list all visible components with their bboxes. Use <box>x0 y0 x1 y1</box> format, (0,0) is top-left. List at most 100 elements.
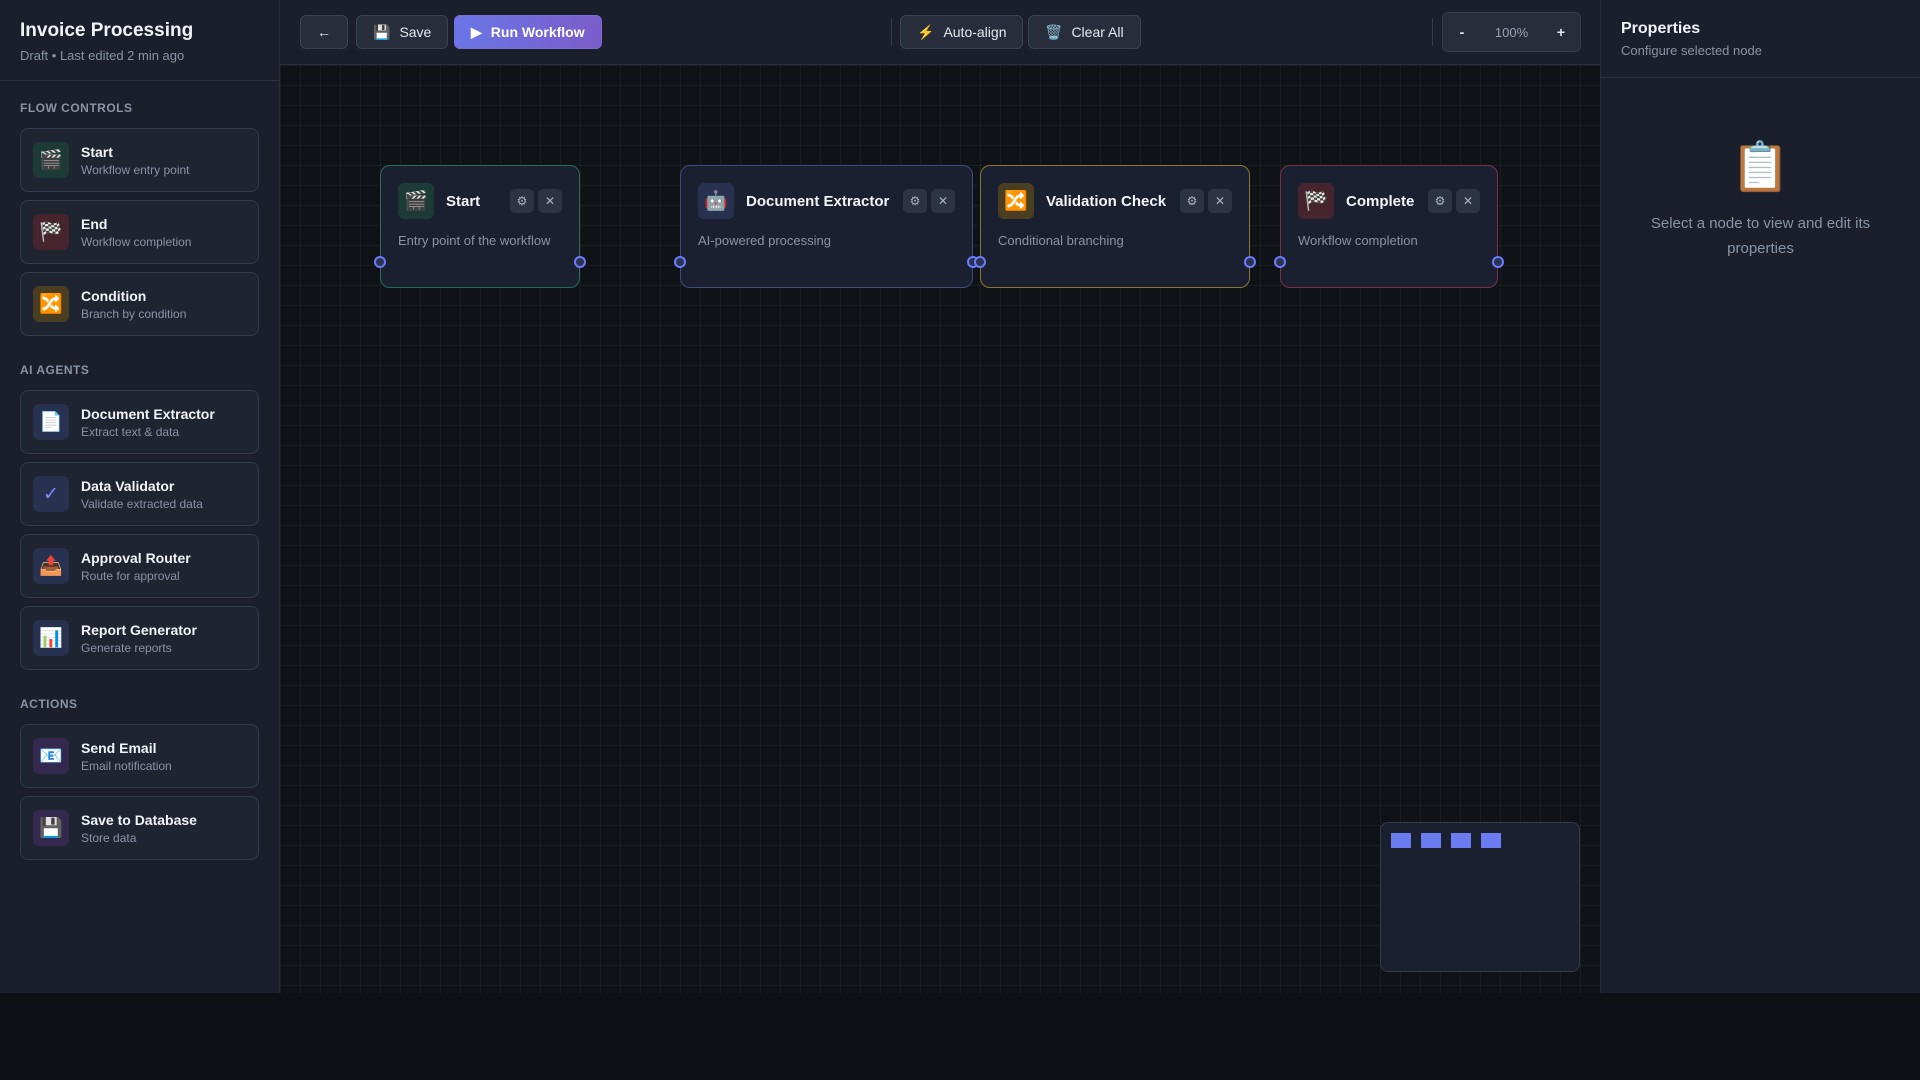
properties-title: Properties <box>1621 20 1701 37</box>
palette-item-description: Workflow completion <box>81 234 192 249</box>
input-port[interactable] <box>374 256 386 268</box>
node-title: Document Extractor <box>746 192 890 210</box>
palette-item-start[interactable]: 🎬 Start Workflow entry point <box>20 128 259 192</box>
palette-item-send-email[interactable]: 📧 Send Email Email notification <box>20 724 259 788</box>
workflow-builder-app: Invoice Processing Draft • Last edited 2… <box>0 0 1920 993</box>
palette-item-save-to-database[interactable]: 💾 Save to Database Store data <box>20 796 259 860</box>
palette-body: Flow Controls 🎬 Start Workflow entry poi… <box>0 81 279 888</box>
palette-item-description: Email notification <box>81 758 172 773</box>
document-icon: 📄 <box>33 404 69 440</box>
palette-item-description: Workflow entry point <box>81 162 190 177</box>
input-port[interactable] <box>974 256 986 268</box>
zoom-in-button[interactable]: + <box>1548 18 1574 46</box>
editor-main: ← 💾 Save ▶ Run Workflow ⚡ Auto-align 🗑️ … <box>280 0 1600 993</box>
shuffle-icon: 🔀 <box>998 183 1034 219</box>
node-palette-sidebar: Invoice Processing Draft • Last edited 2… <box>0 0 280 993</box>
output-port[interactable] <box>1244 256 1256 268</box>
properties-panel: Properties Configure selected node 📋 Sel… <box>1600 0 1920 993</box>
palette-item-description: Store data <box>81 830 137 845</box>
palette-item-condition[interactable]: 🔀 Condition Branch by condition <box>20 272 259 336</box>
palette-item-data-validator[interactable]: ✓ Data Validator Validate extracted data <box>20 462 259 526</box>
node-document-extractor[interactable]: 🤖 Document Extractor ⚙ ✕ AI-powered proc… <box>674 165 979 288</box>
node-settings-button[interactable]: ⚙ <box>1180 189 1204 213</box>
save-button[interactable]: 💾 Save <box>356 15 449 49</box>
save-button-label: Save <box>399 24 432 40</box>
node-delete-button[interactable]: ✕ <box>931 189 955 213</box>
node-delete-button[interactable]: ✕ <box>1208 189 1232 213</box>
arrow-left-icon: ← <box>317 24 331 40</box>
palette-item-label: Condition <box>81 287 147 304</box>
input-port[interactable] <box>1274 256 1286 268</box>
input-port[interactable] <box>674 256 686 268</box>
properties-empty-message: Select a node to view and edit its prope… <box>1650 215 1871 257</box>
checkered-flag-icon: 🏁 <box>1298 183 1334 219</box>
node-description: Conditional branching <box>998 233 1124 248</box>
clear-all-button[interactable]: 🗑️ Clear All <box>1028 15 1141 49</box>
toolbar: ← 💾 Save ▶ Run Workflow ⚡ Auto-align 🗑️ … <box>280 0 1600 65</box>
minimap-node <box>1391 833 1411 848</box>
node-description: Workflow completion <box>1298 233 1418 248</box>
section-title-actions: Actions <box>20 697 78 711</box>
minimap-node <box>1451 833 1471 848</box>
shuffle-icon: 🔀 <box>33 286 69 322</box>
run-workflow-button[interactable]: ▶ Run Workflow <box>454 15 602 49</box>
robot-icon: 🤖 <box>698 183 734 219</box>
node-complete[interactable]: 🏁 Complete ⚙ ✕ Workflow completion <box>1274 165 1504 288</box>
palette-item-label: Report Generator <box>81 621 197 638</box>
workflow-canvas[interactable]: 🎬 Start ⚙ ✕ Entry point of the workflow … <box>280 65 1600 993</box>
palette-item-description: Branch by condition <box>81 306 187 321</box>
node-title: Start <box>446 192 481 210</box>
workflow-header: Invoice Processing Draft • Last edited 2… <box>0 0 279 81</box>
palette-item-description: Validate extracted data <box>81 496 203 511</box>
clear-all-label: Clear All <box>1071 24 1124 40</box>
palette-item-document-extractor[interactable]: 📄 Document Extractor Extract text & data <box>20 390 259 454</box>
minimap[interactable] <box>1380 822 1580 972</box>
palette-item-description: Extract text & data <box>81 424 180 439</box>
palette-item-report-generator[interactable]: 📊 Report Generator Generate reports <box>20 606 259 670</box>
run-workflow-label: Run Workflow <box>490 24 585 40</box>
node-delete-button[interactable]: ✕ <box>538 189 562 213</box>
node-settings-button[interactable]: ⚙ <box>1428 189 1452 213</box>
node-start[interactable]: 🎬 Start ⚙ ✕ Entry point of the workflow <box>374 165 586 288</box>
palette-item-label: End <box>81 215 108 232</box>
outbox-icon: 📤 <box>33 548 69 584</box>
output-port[interactable] <box>574 256 586 268</box>
node-title: Validation Check <box>1046 192 1167 210</box>
node-delete-button[interactable]: ✕ <box>1456 189 1480 213</box>
zoom-control: - 100% + <box>1442 12 1581 52</box>
window-bottom-area <box>0 993 1920 1080</box>
node-settings-button[interactable]: ⚙ <box>510 189 534 213</box>
trash-icon: 🗑️ <box>1045 23 1063 40</box>
node-description: AI-powered processing <box>698 233 831 248</box>
back-button[interactable]: ← <box>300 15 348 49</box>
node-validation-check[interactable]: 🔀 Validation Check ⚙ ✕ Conditional branc… <box>974 165 1256 288</box>
node-settings-button[interactable]: ⚙ <box>903 189 927 213</box>
palette-item-label: Send Email <box>81 739 157 756</box>
output-port[interactable] <box>1492 256 1504 268</box>
palette-item-description: Generate reports <box>81 640 172 655</box>
bar-chart-icon: 📊 <box>33 620 69 656</box>
play-icon: ▶ <box>471 23 482 40</box>
properties-header: Properties Configure selected node <box>1601 0 1920 78</box>
properties-empty-state: 📋 Select a node to view and edit its pro… <box>1601 78 1920 261</box>
node-title: Complete <box>1346 192 1415 210</box>
palette-item-approval-router[interactable]: 📤 Approval Router Route for approval <box>20 534 259 598</box>
floppy-disk-icon: 💾 <box>33 810 69 846</box>
section-title-flow-controls: Flow Controls <box>20 101 133 115</box>
email-icon: 📧 <box>33 738 69 774</box>
minimap-node <box>1421 833 1441 848</box>
palette-item-label: Approval Router <box>81 549 191 566</box>
palette-item-description: Route for approval <box>81 568 180 583</box>
clapper-icon: 🎬 <box>33 142 69 178</box>
clipboard-icon: 📋 <box>1730 141 1791 194</box>
workflow-status: Draft • Last edited 2 min ago <box>20 48 185 63</box>
zoom-out-button[interactable]: - <box>1449 18 1475 46</box>
zoom-level: 100% <box>1494 24 1529 40</box>
palette-item-label: Start <box>81 143 113 160</box>
palette-item-end[interactable]: 🏁 End Workflow completion <box>20 200 259 264</box>
auto-align-button[interactable]: ⚡ Auto-align <box>900 15 1024 49</box>
palette-item-label: Save to Database <box>81 811 197 828</box>
checkered-flag-icon: 🏁 <box>33 214 69 250</box>
lightning-icon: ⚡ <box>917 23 935 40</box>
section-title-ai-agents: AI Agents <box>20 363 90 377</box>
